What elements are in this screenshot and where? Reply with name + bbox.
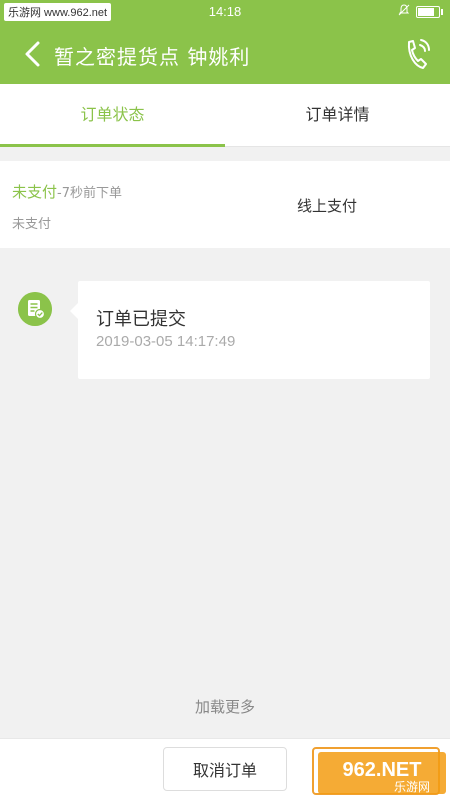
tab-order-details[interactable]: 订单详情: [225, 84, 450, 146]
order-time-ago: -7秒前下单: [57, 186, 122, 201]
timeline-event-title: 订单已提交: [96, 309, 186, 330]
order-document-icon: [18, 292, 52, 326]
tab-bar: 订单状态 订单详情: [0, 84, 450, 147]
svg-text:乐游网: 乐游网: [394, 780, 430, 794]
status-time: 14:18: [208, 4, 242, 19]
app-header: 暂之密提货点 钟姚利: [0, 24, 450, 84]
order-status-sub: 未支付: [12, 217, 52, 232]
phone-call-icon[interactable]: [402, 36, 432, 72]
svg-text:962.NET: 962.NET: [343, 759, 422, 781]
watermark-logo: 962.NET 乐游网: [318, 752, 446, 794]
order-status: 未支付: [12, 183, 58, 201]
order-status-line: 未支付-7秒前下单: [12, 181, 122, 202]
tab-order-status[interactable]: 订单状态: [0, 84, 225, 147]
page-title: 暂之密提货点 钟姚利: [54, 45, 251, 69]
notification-muted-icon: [398, 4, 410, 16]
status-bar: 乐游网 www.962.net 14:18: [0, 0, 450, 24]
order-summary: 未支付-7秒前下单 未支付 线上支付: [0, 161, 450, 248]
battery-icon: [416, 6, 443, 18]
cancel-order-button[interactable]: 取消订单: [163, 747, 287, 791]
payment-method: 线上支付: [297, 197, 358, 215]
back-arrow-icon[interactable]: [20, 40, 46, 68]
load-more-link[interactable]: 加载更多: [0, 696, 450, 717]
timeline-event-time: 2019-03-05 14:17:49: [96, 333, 236, 350]
timeline-card: 订单已提交 2019-03-05 14:17:49: [70, 281, 430, 379]
